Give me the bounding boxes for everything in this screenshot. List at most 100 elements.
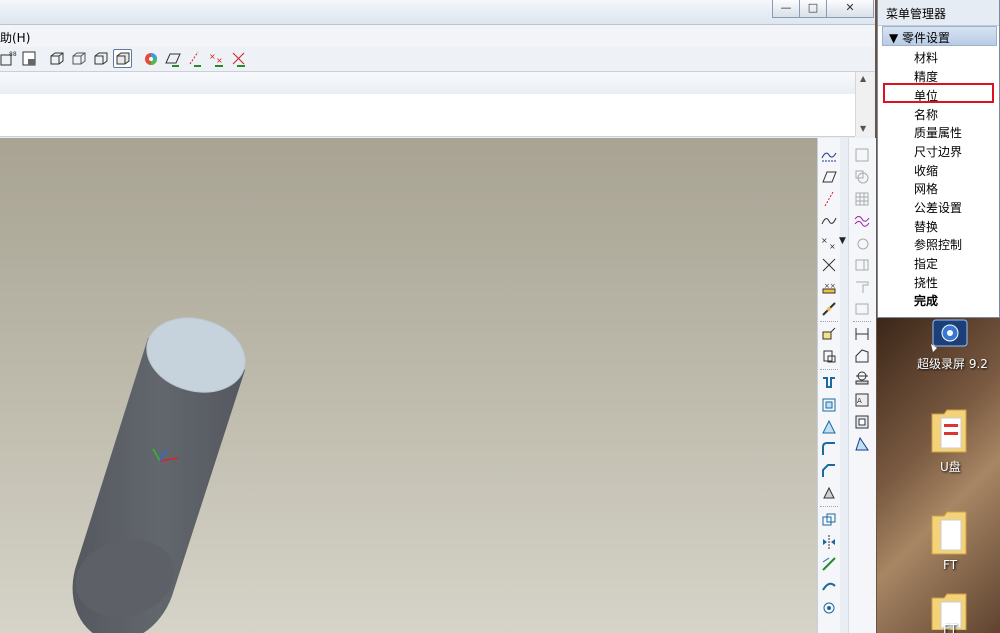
annotation-icon[interactable]: A [854,392,870,408]
shell-icon[interactable] [821,375,837,391]
svg-text:××: ×× [824,282,836,290]
message-area-header [0,72,855,94]
hidden-line-icon[interactable] [70,50,88,68]
menu-manager-title-bar: 菜单管理器 [878,0,999,26]
desktop-label-udisk: U盘 [940,460,961,474]
sketched-curve-icon[interactable] [821,213,837,229]
part-setup-header[interactable]: ▼ 零件设置 [882,26,997,46]
sketch-tool-icon[interactable] [854,147,870,163]
minimize-button[interactable]: — [772,0,800,18]
flyout-arrow-icon[interactable]: ▼ [839,236,848,246]
svg-text:A: A [857,397,862,405]
coordinate-system-display-icon[interactable] [230,50,248,68]
regenerate-icon[interactable]: 88 [0,50,18,68]
menu-item-tol-setup[interactable]: 公差设置 [914,199,962,216]
saved-view-icon[interactable] [21,50,39,68]
screen-recorder-icon [931,319,968,352]
svg-text:88: 88 [9,51,17,58]
message-scrollbar[interactable]: ▲ ▼ [855,72,873,136]
menu-item-replace[interactable]: 替换 [914,218,938,235]
section-icon[interactable] [854,370,870,386]
menu-manager-title: 菜单管理器 [886,7,947,21]
menu-item-dim-bound[interactable]: 尺寸边界 [914,143,962,160]
datum-plane-display-icon[interactable] [164,50,182,68]
extrude-icon[interactable] [821,326,837,342]
close-button[interactable]: ✕ [826,0,874,18]
maximize-button[interactable]: □ [799,0,827,18]
folder-icon [931,511,967,555]
datum-point-icon[interactable]: × × [821,235,837,251]
datum-plane-icon[interactable] [821,169,837,185]
svg-text:×: × [829,242,836,251]
mirror-icon[interactable] [821,534,837,550]
title-bar: — □ ✕ [0,0,875,25]
menu-item-mass-props[interactable]: 质量属性 [914,124,962,141]
menu-item-designate[interactable]: 指定 [914,255,938,272]
svg-text:×: × [821,236,828,245]
menu-item-shrinkage[interactable]: 收缩 [914,162,938,179]
desktop-label-ft-2: FT [943,622,958,633]
no-hidden-icon[interactable] [92,50,110,68]
desktop-background: 超级录屏 9.2 U盘 FT FT [877,318,1000,633]
datum-curve-icon[interactable] [821,147,837,163]
svg-text:×: × [209,52,216,61]
cylinder-model[interactable] [0,138,817,633]
link-tool-icon[interactable] [821,301,837,317]
shading-icon[interactable] [113,49,132,68]
revolve-icon[interactable] [821,348,837,364]
datum-axis-display-icon[interactable] [186,50,204,68]
boundary-blend-icon[interactable] [854,301,870,317]
folder-icon [931,409,967,453]
menu-item-material[interactable]: 材料 [914,49,938,66]
graphics-viewport[interactable] [0,138,817,633]
menu-manager-panel: 菜单管理器 ▼ 零件设置 材料 精度 单位 名称 质量属性 尺寸边界 收缩 网格… [877,0,1000,318]
projection-icon[interactable] [854,169,870,185]
draft-icon[interactable] [821,419,837,435]
menu-item-name[interactable]: 名称 [914,106,938,123]
menu-item-flexibility[interactable]: 挠性 [914,274,938,291]
datum-axis-icon[interactable] [821,191,837,207]
style-curve-icon[interactable] [854,213,870,229]
thicken-icon[interactable] [854,257,870,273]
scroll-down-icon[interactable]: ▼ [860,124,866,133]
surface-copy-icon[interactable] [854,235,870,251]
round-icon[interactable] [821,441,837,457]
menu-item-ref-control[interactable]: 参照控制 [914,236,962,253]
part-setup-label: ▼ 零件设置 [889,31,951,45]
view-manager-icon[interactable] [854,436,870,452]
feature-toolbar: × × ×× [817,138,840,633]
svg-text:×: × [216,56,223,65]
desktop-icon-udisk[interactable] [929,406,969,456]
secondary-toolbar: A [848,138,876,633]
hole-icon[interactable] [821,397,837,413]
cad-window: — □ ✕ 助(H) 88 × × ▲ ▼ × × ×× ▼ A [0,0,876,633]
view-toolbar: 88 × × [0,47,875,72]
repeat-region-icon[interactable] [854,414,870,430]
grid-icon[interactable] [854,191,870,207]
analysis-feature-icon[interactable]: ×× [821,279,837,295]
menu-item-done[interactable]: 完成 [914,292,938,309]
coordinate-system-icon[interactable] [821,257,837,273]
solidify-icon[interactable] [854,279,870,295]
desktop-label-ft-1: FT [943,558,958,572]
copy-icon[interactable] [821,512,837,528]
scroll-up-icon[interactable]: ▲ [860,74,866,83]
trim-icon[interactable] [821,578,837,594]
desktop-label-recorder: 超级录屏 9.2 [917,357,988,371]
chamfer-icon[interactable] [821,463,837,479]
rib-icon[interactable] [821,485,837,501]
menu-item-grid[interactable]: 网格 [914,180,938,197]
measure-icon[interactable] [854,348,870,364]
desktop-icon-ft-1[interactable] [929,508,969,558]
units-highlight-box [883,83,994,103]
message-area [0,72,855,137]
menu-bar: 助(H) [0,25,875,48]
datum-point-display-icon[interactable]: × × [208,50,226,68]
wireframe-icon[interactable] [48,50,66,68]
offset-icon[interactable] [821,600,837,616]
menu-help[interactable]: 助(H) [0,29,30,46]
merge-icon[interactable] [821,556,837,572]
dimension-icon[interactable] [854,326,870,342]
desktop-icon-recorder[interactable] [927,318,973,354]
appearance-gallery-icon[interactable] [142,50,160,68]
